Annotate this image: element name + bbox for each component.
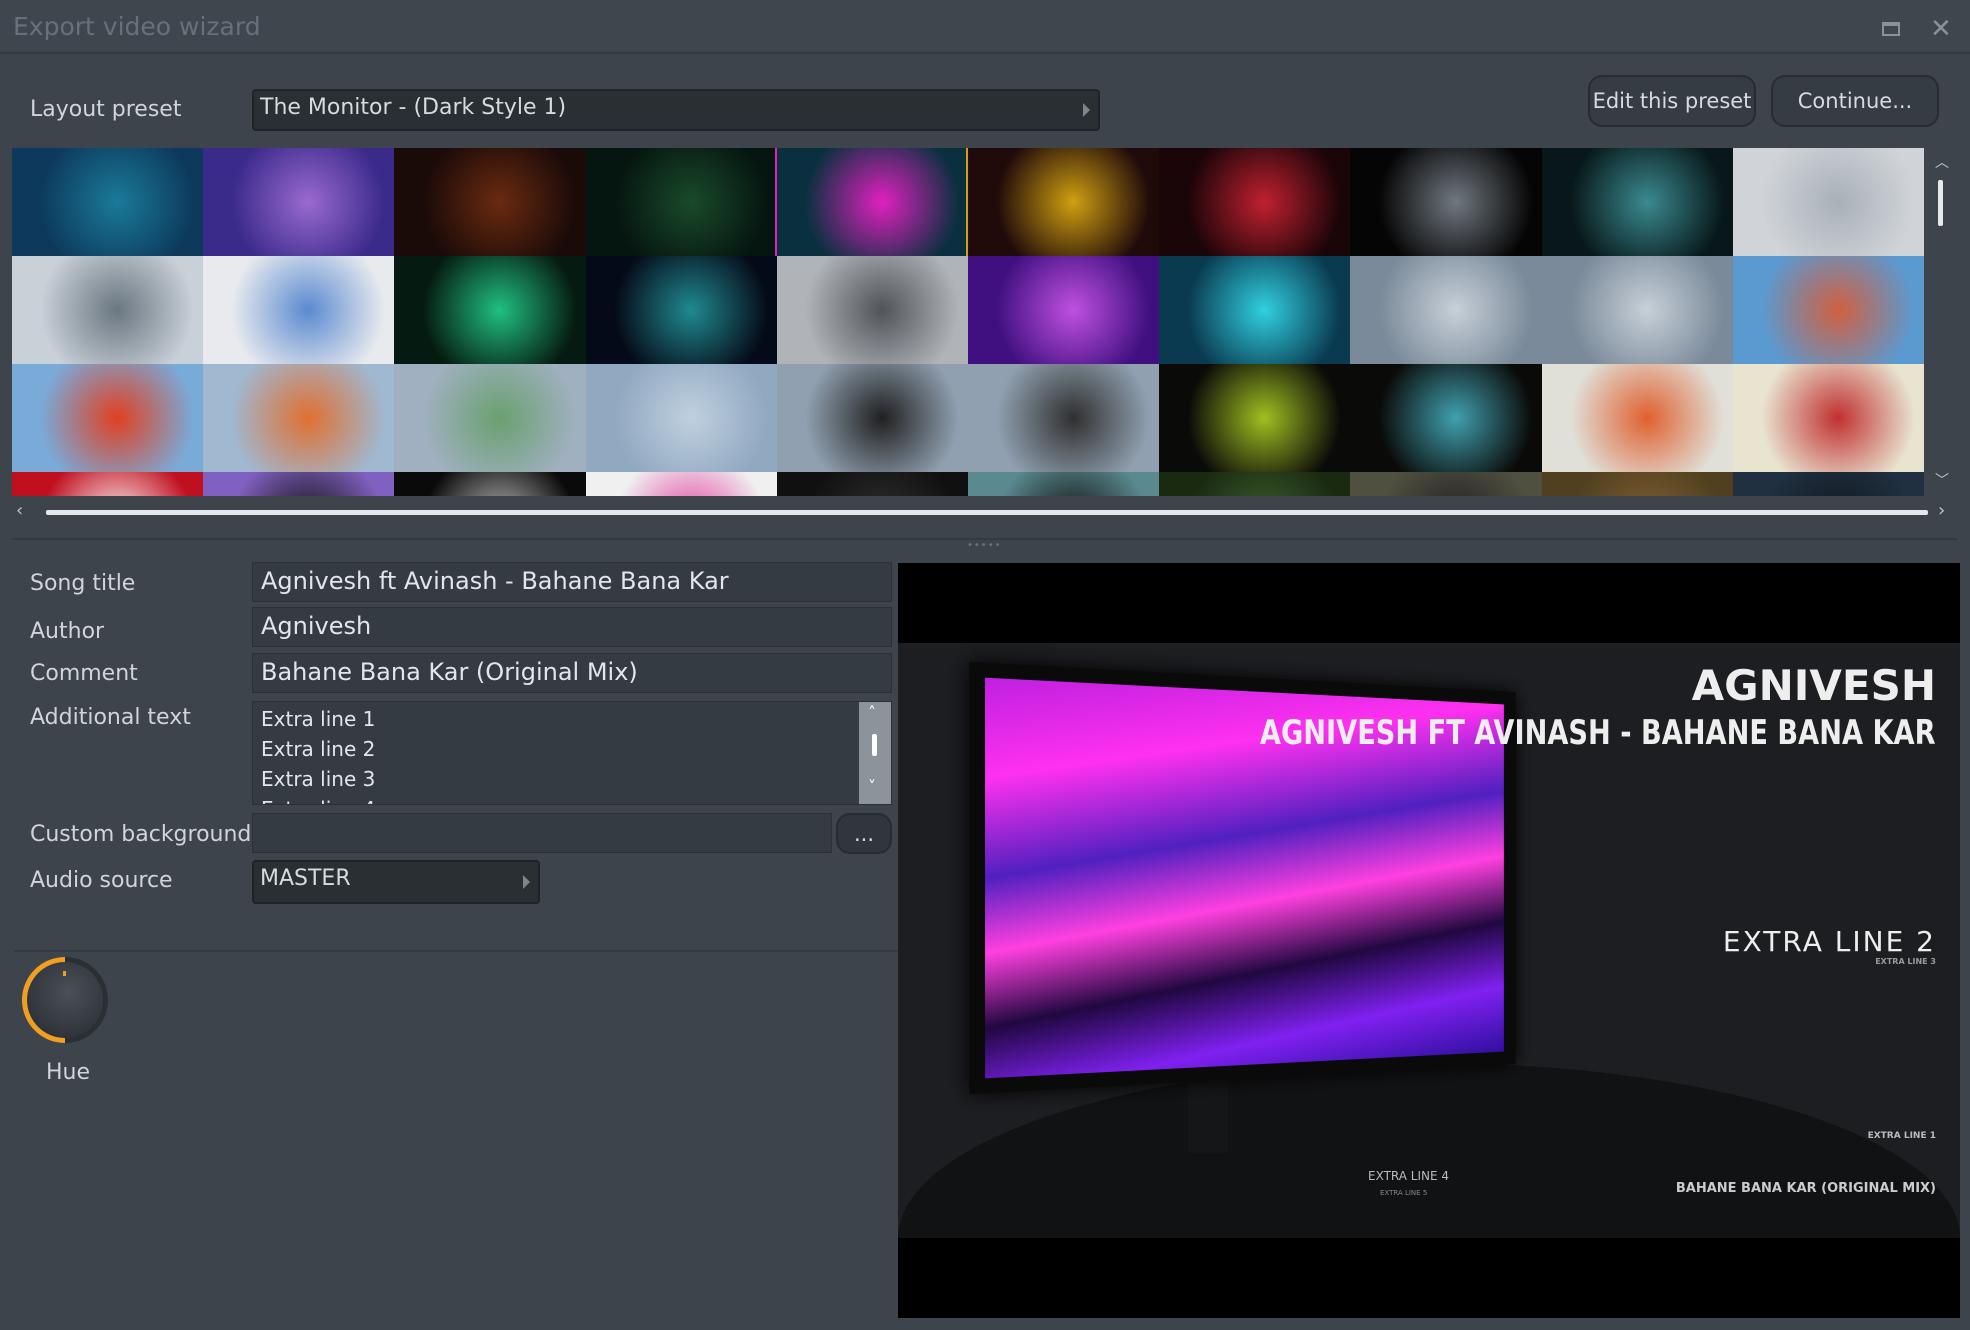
preset-thumbnail[interactable] — [777, 364, 968, 472]
preset-thumbnail[interactable] — [1542, 148, 1733, 256]
layout-preset-dropdown[interactable]: The Monitor - (Dark Style 1) — [252, 89, 1100, 131]
scroll-up-icon[interactable]: ︿ — [1935, 152, 1949, 172]
preset-thumbnail[interactable] — [1350, 364, 1541, 472]
preset-thumbnail[interactable] — [968, 148, 1159, 256]
preview-extra-line-1: EXTRA LINE 1 — [1868, 1131, 1936, 1141]
preset-thumbnail[interactable] — [394, 472, 585, 496]
layout-preset-value: The Monitor - (Dark Style 1) — [260, 95, 566, 120]
preset-thumbnail[interactable] — [203, 364, 394, 472]
layout-preset-label: Layout preset — [30, 97, 181, 122]
splitter[interactable]: ••••• — [12, 538, 1958, 548]
preview-extra-line-3: EXTRA LINE 3 — [1875, 957, 1936, 966]
custom-background-label: Custom background — [30, 822, 251, 847]
scroll-left-icon[interactable]: ‹ — [16, 500, 23, 521]
preset-thumbnail[interactable] — [1542, 472, 1733, 496]
preset-thumbnail[interactable] — [12, 256, 203, 364]
comment-input[interactable]: Bahane Bana Kar (Original Mix) — [252, 653, 892, 693]
preset-thumbnail[interactable] — [586, 364, 777, 472]
scroll-right-icon[interactable]: › — [1938, 500, 1945, 521]
audio-source-label: Audio source — [30, 868, 173, 893]
preset-thumbnail[interactable] — [12, 472, 203, 496]
preset-thumbnail[interactable] — [12, 364, 203, 472]
scrollbar-thumb[interactable] — [872, 734, 877, 756]
song-title-label: Song title — [30, 571, 135, 596]
preset-thumbnail[interactable] — [1733, 148, 1924, 256]
preset-thumbnail[interactable] — [394, 148, 585, 256]
text-line: Extra line 3 — [261, 764, 883, 794]
preset-thumbnail[interactable] — [203, 148, 394, 256]
hue-knob[interactable] — [22, 957, 108, 1043]
title-bar: Export video wizard ✕ — [0, 0, 1970, 54]
preset-thumbnail[interactable] — [586, 256, 777, 364]
preset-thumbnail[interactable] — [1542, 256, 1733, 364]
video-preview: AGNIVESH AGNIVESH FT AVINASH - BAHANE BA… — [898, 563, 1960, 1318]
browse-button[interactable]: ... — [836, 813, 892, 854]
vertical-scrollbar[interactable]: ︿ ﹀ — [1930, 148, 1952, 496]
preset-thumbnail[interactable] — [1350, 148, 1541, 256]
preset-thumbnail[interactable] — [1350, 472, 1541, 496]
splitter-grip-icon[interactable]: ••••• — [967, 540, 1002, 551]
preset-thumbnail[interactable] — [12, 148, 203, 256]
preset-thumbnail[interactable] — [1159, 148, 1350, 256]
preset-thumbnail[interactable] — [777, 472, 968, 496]
preset-thumbnail[interactable] — [1159, 256, 1350, 364]
scroll-down-icon[interactable]: ˅ — [868, 772, 876, 802]
preset-thumbnail[interactable] — [968, 472, 1159, 496]
preset-thumbnail[interactable] — [586, 472, 777, 496]
preset-thumbnail[interactable] — [1733, 256, 1924, 364]
scrollbar-thumb[interactable] — [46, 510, 1928, 515]
text-scrollbar[interactable]: ˄ ˅ — [859, 702, 891, 804]
text-line: Extra line 1 — [261, 704, 883, 734]
author-input[interactable]: Agnivesh — [252, 607, 892, 647]
preset-thumbnail-grid — [12, 148, 1924, 496]
custom-background-input[interactable] — [252, 813, 832, 853]
preview-comment: BAHANE BANA KAR (ORIGINAL MIX) — [1676, 1181, 1936, 1196]
preview-extra-line-4: EXTRA LINE 4 — [1368, 1169, 1449, 1183]
additional-text-label: Additional text — [30, 705, 191, 730]
text-line: Extra line 4 — [261, 794, 883, 805]
additional-text-area[interactable]: Extra line 1 Extra line 2 Extra line 3 E… — [252, 701, 892, 805]
preset-thumbnail[interactable] — [968, 364, 1159, 472]
scrollbar-thumb[interactable] — [1938, 180, 1943, 226]
audio-source-dropdown[interactable]: MASTER — [252, 860, 540, 904]
preset-thumbnail[interactable] — [1159, 472, 1350, 496]
maximize-icon[interactable] — [1882, 22, 1900, 36]
preview-extra-line-5: EXTRA LINE 5 — [1380, 1189, 1427, 1197]
preview-author: AGNIVESH — [1692, 661, 1936, 710]
preset-thumbnail[interactable] — [1733, 364, 1924, 472]
preset-thumbnail[interactable] — [968, 256, 1159, 364]
edit-preset-button[interactable]: Edit this preset — [1588, 75, 1756, 127]
audio-source-value: MASTER — [260, 866, 351, 891]
preset-thumbnail[interactable] — [1159, 364, 1350, 472]
preset-thumbnail[interactable] — [394, 364, 585, 472]
comment-label: Comment — [30, 661, 138, 686]
preset-thumbnail[interactable] — [777, 256, 968, 364]
preview-title: AGNIVESH FT AVINASH - BAHANE BANA KAR — [1260, 713, 1936, 753]
preset-thumbnail[interactable] — [394, 256, 585, 364]
window-title: Export video wizard — [13, 12, 261, 41]
preset-thumbnail[interactable] — [1542, 364, 1733, 472]
preset-thumbnail[interactable] — [777, 148, 968, 256]
chevron-right-icon — [1083, 103, 1090, 117]
close-icon[interactable]: ✕ — [1930, 14, 1952, 44]
preset-thumbnail[interactable] — [203, 472, 394, 496]
divider — [14, 950, 898, 952]
scroll-up-icon[interactable]: ˄ — [868, 701, 876, 728]
hue-label: Hue — [46, 1060, 90, 1085]
song-title-input[interactable]: Agnivesh ft Avinash - Bahane Bana Kar — [252, 562, 892, 602]
scroll-down-icon[interactable]: ﹀ — [1935, 470, 1949, 490]
author-label: Author — [30, 619, 104, 644]
preset-thumbnail[interactable] — [586, 148, 777, 256]
preview-extra-line-2: EXTRA LINE 2 — [1723, 925, 1936, 958]
horizontal-scrollbar[interactable]: ‹ › — [12, 500, 1952, 526]
continue-button[interactable]: Continue... — [1771, 75, 1939, 127]
preset-thumbnail[interactable] — [203, 256, 394, 364]
preset-thumbnail[interactable] — [1350, 256, 1541, 364]
chevron-right-icon — [523, 875, 530, 889]
preset-thumbnail[interactable] — [1733, 472, 1924, 496]
text-line: Extra line 2 — [261, 734, 883, 764]
